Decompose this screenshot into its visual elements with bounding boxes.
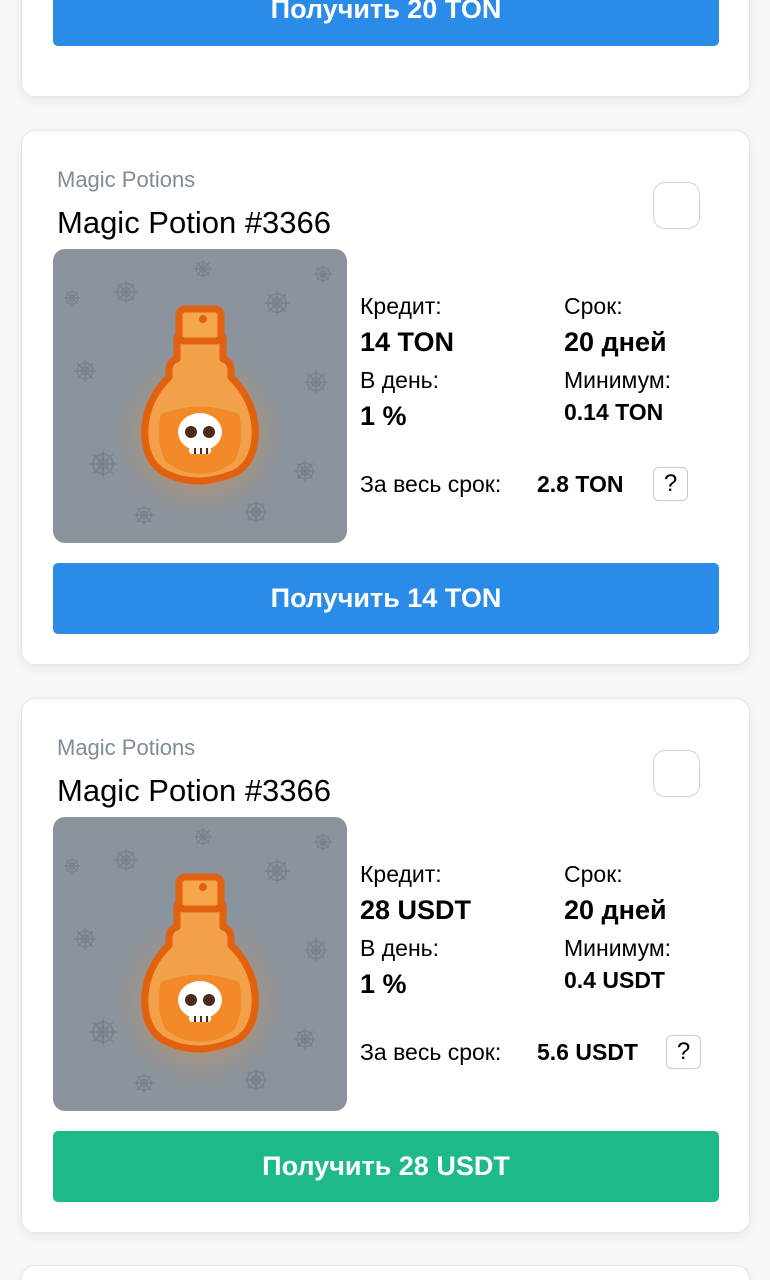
per-day-label: В день:	[360, 935, 440, 961]
term-label: Срок:	[564, 861, 623, 887]
per-day-value: 1 %	[360, 401, 407, 431]
select-checkbox[interactable]	[653, 750, 700, 797]
get-loan-button[interactable]: Получить 14 TON	[53, 563, 719, 634]
loan-card: Magic Potions Magic Potion #3366 Кредит:…	[21, 698, 750, 1233]
nft-image	[53, 817, 347, 1111]
total-label: За весь срок:	[360, 471, 502, 497]
credit-label: Кредит:	[360, 861, 442, 887]
term-value: 20 дней	[564, 327, 667, 357]
credit-value: 28 USDT	[360, 895, 472, 925]
credit-value: 14 TON	[360, 327, 455, 357]
nft-image	[53, 249, 347, 543]
collection-name: Magic Potions	[57, 735, 196, 760]
per-day-value: 1 %	[360, 969, 407, 999]
term-value: 20 дней	[564, 895, 667, 925]
per-day-label: В день:	[360, 367, 440, 393]
potion-bottle-skull-icon	[53, 817, 347, 1111]
select-checkbox[interactable]	[653, 182, 700, 229]
total-value: 2.8 TON	[537, 471, 624, 497]
loan-card-bottom	[21, 1265, 750, 1280]
help-button[interactable]: ?	[666, 1035, 701, 1069]
loan-card-top: Получить 20 TON	[21, 0, 750, 97]
total-label: За весь срок:	[360, 1039, 502, 1065]
collection-name: Magic Potions	[57, 167, 196, 192]
nft-title: Magic Potion #3366	[57, 205, 332, 240]
total-value: 5.6 USDT	[537, 1039, 638, 1065]
nft-title: Magic Potion #3366	[57, 773, 332, 808]
minimum-value: 0.14 TON	[564, 399, 664, 425]
get-loan-button[interactable]: Получить 20 TON	[53, 0, 719, 46]
loan-card: Magic Potions Magic Potion #3366 Кредит:…	[21, 130, 750, 665]
minimum-value: 0.4 USDT	[564, 967, 665, 993]
help-button[interactable]: ?	[653, 467, 688, 501]
term-label: Срок:	[564, 293, 623, 319]
minimum-label: Минимум:	[564, 935, 672, 961]
credit-label: Кредит:	[360, 293, 442, 319]
minimum-label: Минимум:	[564, 367, 672, 393]
get-loan-button[interactable]: Получить 28 USDT	[53, 1131, 719, 1202]
potion-bottle-skull-icon	[53, 249, 347, 543]
